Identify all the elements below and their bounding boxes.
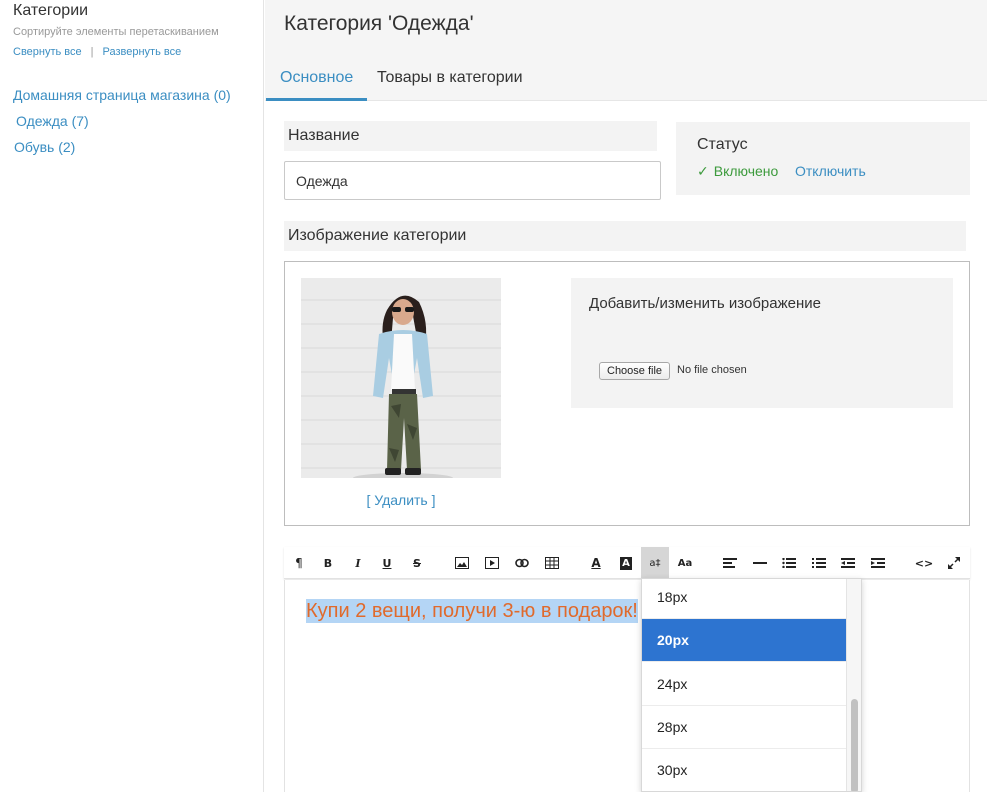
image-panel: [ Удалить ] Добавить/изменить изображени… [284,261,970,526]
horizontal-rule-icon[interactable] [746,547,774,579]
category-editor: Категория 'Одежда' Основное Товары в кат… [265,0,987,792]
check-icon: ✓ [697,164,709,180]
align-icon[interactable] [716,547,744,579]
page-header: Категория 'Одежда' Основное Товары в кат… [265,0,987,101]
status-enabled: ✓ Включено [697,163,778,180]
editor-area[interactable]: Купи 2 вещи, получи 3-ю в подарок! [284,580,970,792]
file-status: No file chosen [677,364,747,376]
category-sidebar: Категории Сортируйте элементы перетаскив… [0,0,264,792]
expand-all-link[interactable]: Развернуть все [103,46,182,58]
disable-link[interactable]: Отключить [795,163,866,179]
font-size-icon[interactable]: a‡ [641,547,669,579]
sidebar-title: Категории [13,2,89,19]
tab-general[interactable]: Основное [266,60,368,101]
category-image-picture [301,278,501,478]
dropdown-scroll-thumb[interactable] [851,699,858,791]
indent-icon[interactable] [864,547,892,579]
upload-panel: Добавить/изменить изображение Choose fil… [571,278,953,408]
image-icon[interactable] [448,547,476,579]
italic-icon[interactable]: I [344,547,372,579]
unordered-list-icon[interactable] [775,547,803,579]
sidebar-hint: Сортируйте элементы перетаскиванием [13,26,219,38]
name-input[interactable] [284,161,661,200]
page-title: Категория 'Одежда' [284,12,474,35]
tree-item-clothing[interactable]: Одежда (7) [13,112,231,138]
name-label: Название [284,121,657,151]
link-icon[interactable] [508,547,536,579]
tree-item-home[interactable]: Домашняя страница магазина (0) [13,86,231,112]
collapse-all-link[interactable]: Свернуть все [13,46,82,58]
tree-actions: Свернуть все | Развернуть все [13,46,181,58]
editor-toolbar: ¶ B I U S A A a‡ Aa <> [284,547,970,579]
background-color-icon[interactable]: A [612,547,640,579]
font-color-icon[interactable]: A [582,547,610,579]
status-panel: Статус ✓ Включено Отключить [676,122,970,195]
image-label: Изображение категории [284,221,966,251]
status-title: Статус [697,136,748,153]
strikethrough-icon[interactable]: S [403,547,431,579]
category-image [301,278,501,478]
video-icon[interactable] [478,547,506,579]
upload-title: Добавить/изменить изображение [589,295,821,312]
choose-file-button[interactable]: Choose file [599,362,671,380]
actions-separator: | [90,46,94,58]
editor-content[interactable]: Купи 2 вещи, получи 3-ю в подарок! [306,599,638,623]
status-enabled-label: Включено [713,163,779,179]
bold-icon[interactable]: B [314,547,342,579]
paragraph-icon[interactable]: ¶ [285,547,313,579]
html-icon[interactable]: <> [910,547,938,579]
tree-item-shoes[interactable]: Обувь (2) [13,138,231,164]
table-icon[interactable] [538,547,566,579]
category-tree: Домашняя страница магазина (0) Одежда (7… [13,86,231,164]
underline-icon[interactable]: U [373,547,401,579]
font-size-option-30[interactable]: 30px [642,749,848,791]
font-size-option-28[interactable]: 28px [642,706,848,749]
ordered-list-icon[interactable] [805,547,833,579]
font-size-option-24[interactable]: 24px [642,663,848,706]
tab-products[interactable]: Товары в категории [363,60,537,101]
fullscreen-icon[interactable] [940,547,968,579]
outdent-icon[interactable] [834,547,862,579]
case-icon[interactable]: Aa [671,547,699,579]
delete-image-link[interactable]: [ Удалить ] [301,492,501,508]
dropdown-scrollbar[interactable] [846,579,861,791]
font-size-dropdown: 18px 20px 24px 28px 30px [641,578,862,792]
font-size-option-18[interactable]: 18px [642,579,848,619]
font-size-option-20[interactable]: 20px [642,619,848,662]
